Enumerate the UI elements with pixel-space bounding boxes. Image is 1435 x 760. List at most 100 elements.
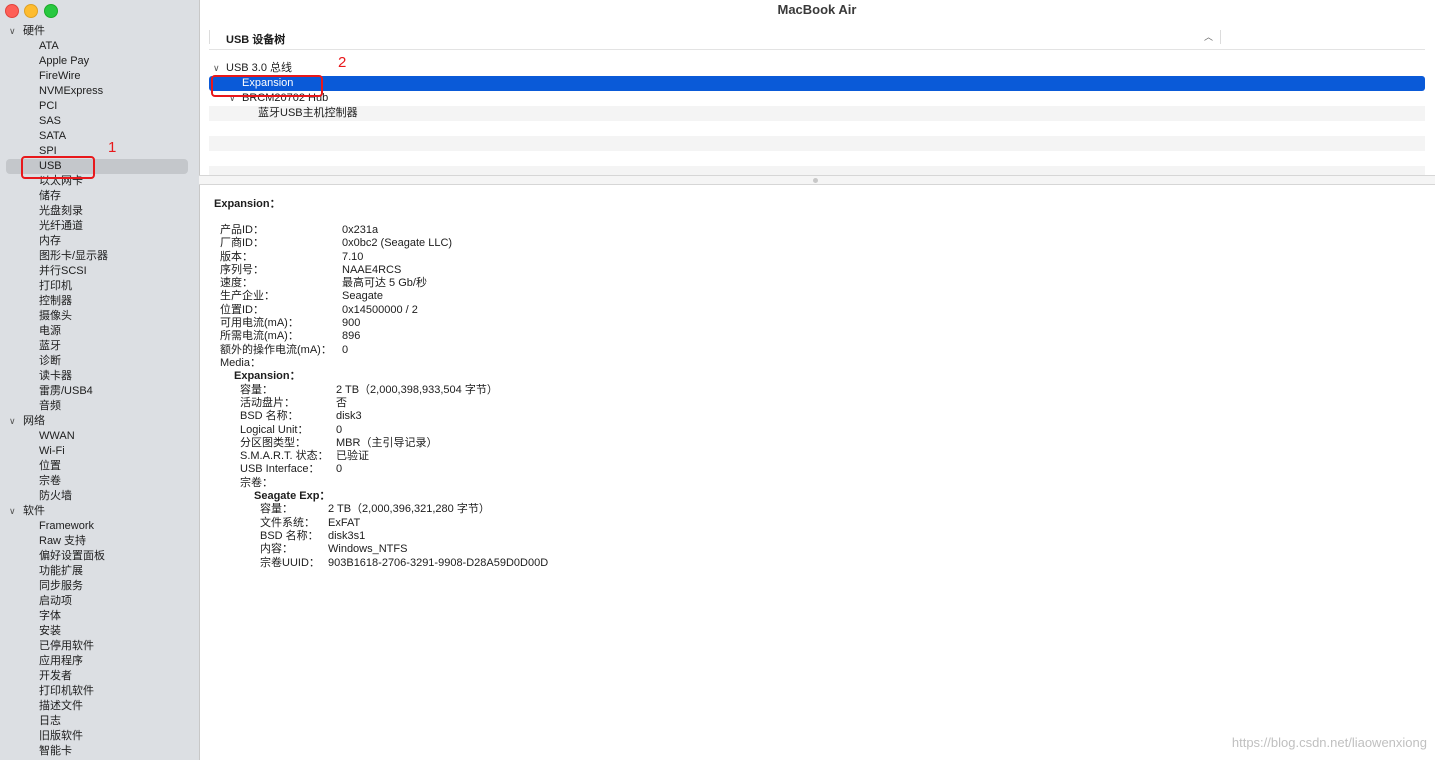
close-window-button[interactable]	[5, 4, 19, 18]
tree-column-header[interactable]: USB 设备树 ︿	[209, 27, 1425, 50]
sidebar-item[interactable]: 智能卡	[0, 744, 199, 759]
minimize-window-button[interactable]	[24, 4, 38, 18]
sidebar-item[interactable]: 打印机	[0, 279, 199, 294]
sidebar: ∨ 硬件 ATA Apple Pay FireWire NVMExpress PCI SAS S…	[0, 0, 200, 760]
sidebar-item[interactable]: 字体	[0, 609, 199, 624]
sidebar-item[interactable]: 控制器	[0, 294, 199, 309]
chevron-down-icon[interactable]: ∨	[9, 414, 16, 429]
sidebar-item[interactable]: 偏好设置面板	[0, 549, 199, 564]
detail-key: 版本：	[220, 251, 253, 263]
detail-value: 2 TB（2,000,396,321,280 字节）	[328, 503, 490, 515]
sidebar-item[interactable]: 储存	[0, 189, 199, 204]
sidebar-item-label: 电源	[39, 325, 61, 337]
sidebar-category[interactable]: ∨ 软件	[0, 504, 199, 519]
sidebar-item-label: 摄像头	[39, 310, 72, 322]
sidebar-item-label: FireWire	[39, 70, 81, 82]
sidebar-item[interactable]: 雷雳/USB4	[0, 384, 199, 399]
sidebar-item[interactable]: FireWire	[0, 69, 199, 84]
sidebar-item[interactable]: 电源	[0, 324, 199, 339]
sort-up-icon[interactable]: ︿	[1204, 30, 1213, 43]
sidebar-item[interactable]: 蓝牙	[0, 339, 199, 354]
sidebar-item[interactable]: SAS	[0, 114, 199, 129]
sidebar-item-label: 宗卷	[39, 475, 61, 487]
tree-row[interactable]: ∨ USB 3.0 总线	[209, 61, 1425, 76]
detail-key: 宗卷：	[240, 477, 273, 489]
sidebar-item[interactable]: 同步服务	[0, 579, 199, 594]
sidebar-item[interactable]: Wi-Fi	[0, 444, 199, 459]
sidebar-item[interactable]: 并行SCSI	[0, 264, 199, 279]
tree-column-title: USB 设备树	[226, 34, 286, 46]
detail-value: 0x0bc2 (Seagate LLC)	[342, 237, 453, 249]
detail-title: Expansion：	[214, 198, 281, 210]
sidebar-item[interactable]: 旧版软件	[0, 729, 199, 744]
sidebar-item[interactable]: WWAN	[0, 429, 199, 444]
sidebar-item[interactable]: 内存	[0, 234, 199, 249]
tree-node-label: USB 3.0 总线	[226, 62, 293, 74]
annotation-box-usb	[21, 156, 95, 179]
detail-value: MBR（主引导记录）	[336, 437, 438, 449]
chevron-down-icon[interactable]: ∨	[9, 504, 16, 519]
detail-value: ExFAT	[328, 517, 361, 529]
tree-row[interactable]: ∨ BRCM20702 Hub	[209, 91, 1425, 106]
tree-row[interactable]: 蓝牙USB主机控制器	[209, 106, 1425, 121]
sidebar-item[interactable]: 已停用软件	[0, 639, 199, 654]
detail-value: 896	[342, 330, 361, 342]
detail-key: 速度：	[220, 277, 253, 289]
detail-value: 2 TB（2,000,398,933,504 字节）	[336, 384, 498, 396]
detail-key: 分区图类型：	[240, 437, 306, 449]
sidebar-item[interactable]: 功能扩展	[0, 564, 199, 579]
sidebar-item[interactable]: NVMExpress	[0, 84, 199, 99]
divider-handle-icon[interactable]	[813, 178, 818, 183]
sidebar-item[interactable]: 光纤通道	[0, 219, 199, 234]
sidebar-item-label: 诊断	[39, 355, 61, 367]
detail-value: disk3	[336, 410, 362, 422]
sidebar-item[interactable]: PCI	[0, 99, 199, 114]
window-title: MacBook Air	[777, 2, 857, 17]
sidebar-category[interactable]: ∨ 网络	[0, 414, 199, 429]
tree-node-label: 蓝牙USB主机控制器	[258, 107, 358, 119]
chevron-down-icon[interactable]: ∨	[9, 24, 16, 39]
detail-key: 内容：	[260, 543, 293, 555]
disclosure-chevron-icon[interactable]: ∨	[213, 61, 220, 76]
sidebar-item-label: 描述文件	[39, 700, 83, 712]
sidebar-item-label: 功能扩展	[39, 565, 83, 577]
sidebar-item[interactable]: 摄像头	[0, 309, 199, 324]
sidebar-item[interactable]: 启动项	[0, 594, 199, 609]
watermark-text: https://blog.csdn.net/liaowenxiong	[1231, 735, 1427, 750]
sidebar-item[interactable]: 宗卷	[0, 474, 199, 489]
tree-empty-row	[209, 136, 1425, 151]
sidebar-item-label: 字体	[39, 610, 61, 622]
sidebar-item[interactable]: 光盘刻录	[0, 204, 199, 219]
sidebar-item[interactable]: 位置	[0, 459, 199, 474]
sidebar-item[interactable]: ATA	[0, 39, 199, 54]
sidebar-item[interactable]: 应用程序	[0, 654, 199, 669]
sidebar-item[interactable]: 音频	[0, 399, 199, 414]
split-view-divider[interactable]	[199, 175, 1435, 185]
detail-value: Seagate	[342, 290, 383, 302]
detail-key: Expansion：	[234, 370, 301, 382]
sidebar-item-label: PCI	[39, 100, 58, 112]
sidebar-item[interactable]: 描述文件	[0, 699, 199, 714]
sidebar-item[interactable]: Framework	[0, 519, 199, 534]
sidebar-item-label: Raw 支持	[39, 535, 87, 547]
detail-value: 7.10	[342, 251, 364, 263]
sidebar-item[interactable]: 读卡器	[0, 369, 199, 384]
sidebar-item-label: Framework	[39, 520, 95, 532]
sidebar-item-label: 网络	[23, 415, 45, 427]
sidebar-item[interactable]: 打印机软件	[0, 684, 199, 699]
sidebar-item[interactable]: 开发者	[0, 669, 199, 684]
sidebar-item-label: Apple Pay	[39, 55, 90, 67]
sidebar-item[interactable]: Apple Pay	[0, 54, 199, 69]
sidebar-item[interactable]: 安装	[0, 624, 199, 639]
sidebar-item[interactable]: 诊断	[0, 354, 199, 369]
sidebar-item[interactable]: Raw 支持	[0, 534, 199, 549]
sidebar-category[interactable]: ∨ 硬件	[0, 24, 199, 39]
sidebar-item[interactable]: 图形卡/显示器	[0, 249, 199, 264]
tree-row[interactable]: Expansion	[209, 76, 1425, 91]
sidebar-item[interactable]: 日志	[0, 714, 199, 729]
zoom-window-button[interactable]	[44, 4, 58, 18]
sidebar-item-label: 蓝牙	[39, 340, 61, 352]
sidebar-item-label: 软件	[23, 505, 45, 517]
sidebar-item[interactable]: 防火墙	[0, 489, 199, 504]
sidebar-item[interactable]: SATA	[0, 129, 199, 144]
